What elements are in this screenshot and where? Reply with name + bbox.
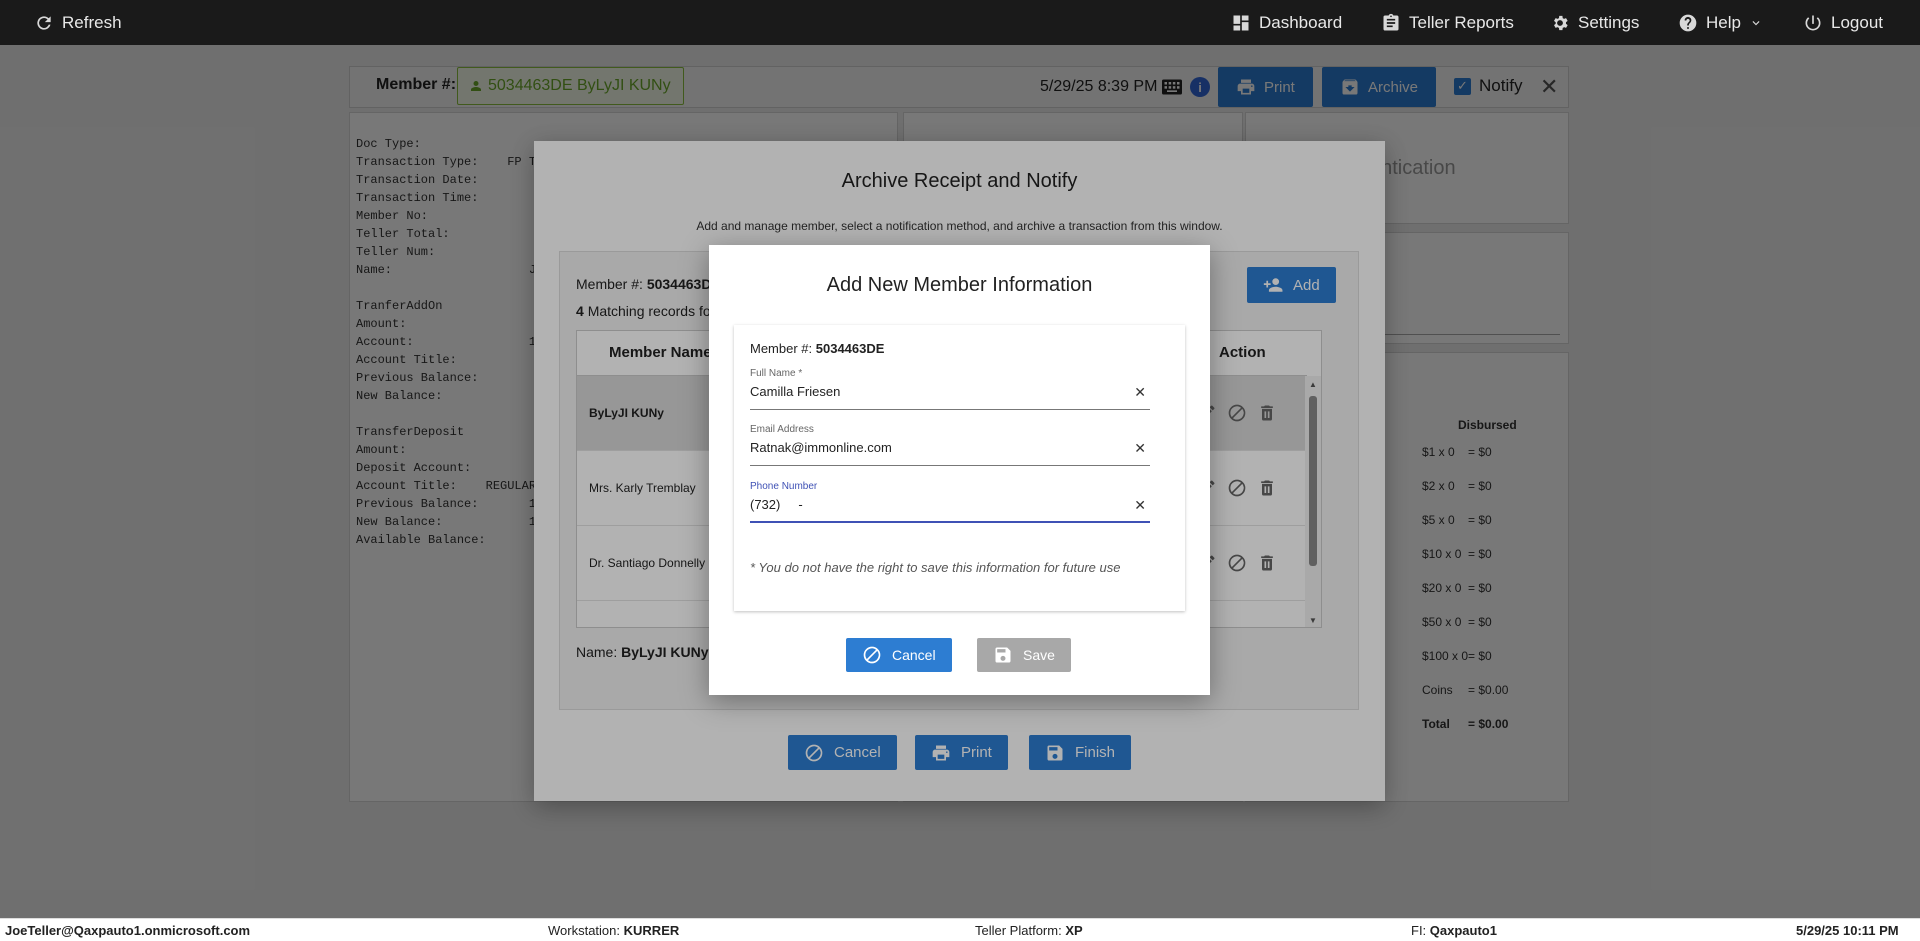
clear-icon[interactable]: ✕ [1134,440,1146,457]
refresh-button[interactable]: Refresh [34,0,122,45]
form-member-number: Member #: 5034463DE [750,341,884,356]
email-label: Email Address [750,424,814,435]
save-rights-note: * You do not have the right to save this… [750,560,1121,575]
email-value[interactable]: Ratnak@immonline.com [750,440,1120,455]
refresh-icon [37,15,51,30]
phone-field[interactable]: Phone Number (732) - ✕ [750,481,1150,523]
top-nav-bar: Refresh Dashboard Teller Reports Setting… [0,0,1920,45]
add-member-dialog-title: Add New Member Information [826,274,1093,296]
status-fi-label: FI: [1411,923,1427,938]
status-fi: FI: Qaxpauto1 [1411,923,1497,938]
full-name-label: Full Name * [750,368,803,379]
add-member-form: Member #: 5034463DE Full Name * Camilla … [734,325,1185,611]
form-member-value: 5034463DE [815,341,885,356]
nav-teller-reports-label: Teller Reports [1409,12,1514,32]
chevron-down-icon [1752,20,1760,25]
status-datetime: 5/29/25 10:11 PM [1796,923,1899,938]
status-platform-value: XP [1065,923,1083,938]
clear-icon[interactable]: ✕ [1134,497,1146,514]
status-workstation-label: Workstation: [548,923,621,938]
status-platform-label: Teller Platform: [975,923,1062,938]
refresh-label: Refresh [62,12,122,32]
nav-help-label: Help [1706,12,1741,32]
nav-teller-reports[interactable]: Teller Reports [1381,0,1514,45]
save-icon [995,647,1011,663]
gear-icon [1554,15,1568,30]
nav-dashboard[interactable]: Dashboard [1231,0,1342,45]
phone-label: Phone Number [750,481,818,492]
phone-value[interactable]: (732) - [750,497,1120,512]
nav-help[interactable]: Help [1678,0,1763,45]
clear-icon[interactable]: ✕ [1134,384,1146,401]
nav-logout-label: Logout [1831,12,1883,32]
full-name-field[interactable]: Full Name * Camilla Friesen ✕ [750,368,1150,410]
add-member-save-label: Save [1023,647,1055,663]
full-name-value[interactable]: Camilla Friesen [750,384,1120,399]
nav-dashboard-label: Dashboard [1259,12,1343,32]
status-bar: JoeTeller@Qaxpauto1.onmicrosoft.com Work… [0,918,1920,941]
add-member-save-button[interactable]: Save [977,638,1071,672]
block-icon [863,646,881,664]
clipboard-icon [1383,13,1399,31]
add-member-dialog: Add New Member Information Member #: 503… [709,245,1210,695]
help-circle-icon [1679,14,1697,31]
dashboard-icon [1233,15,1249,30]
nav-settings-label: Settings [1578,12,1640,32]
power-icon [1805,15,1821,30]
status-workstation-value: KURRER [623,923,680,938]
add-member-cancel-label: Cancel [892,647,936,663]
status-fi-value: Qaxpauto1 [1429,923,1497,938]
status-platform: Teller Platform: XP [975,923,1083,938]
nav-logout[interactable]: Logout [1803,0,1883,45]
status-user: JoeTeller@Qaxpauto1.onmicrosoft.com [5,923,251,938]
status-workstation: Workstation: KURRER [548,923,679,938]
add-member-cancel-button[interactable]: Cancel [846,638,952,672]
form-member-label: Member #: [750,341,813,356]
nav-settings[interactable]: Settings [1550,0,1639,45]
email-field[interactable]: Email Address Ratnak@immonline.com ✕ [750,424,1150,466]
